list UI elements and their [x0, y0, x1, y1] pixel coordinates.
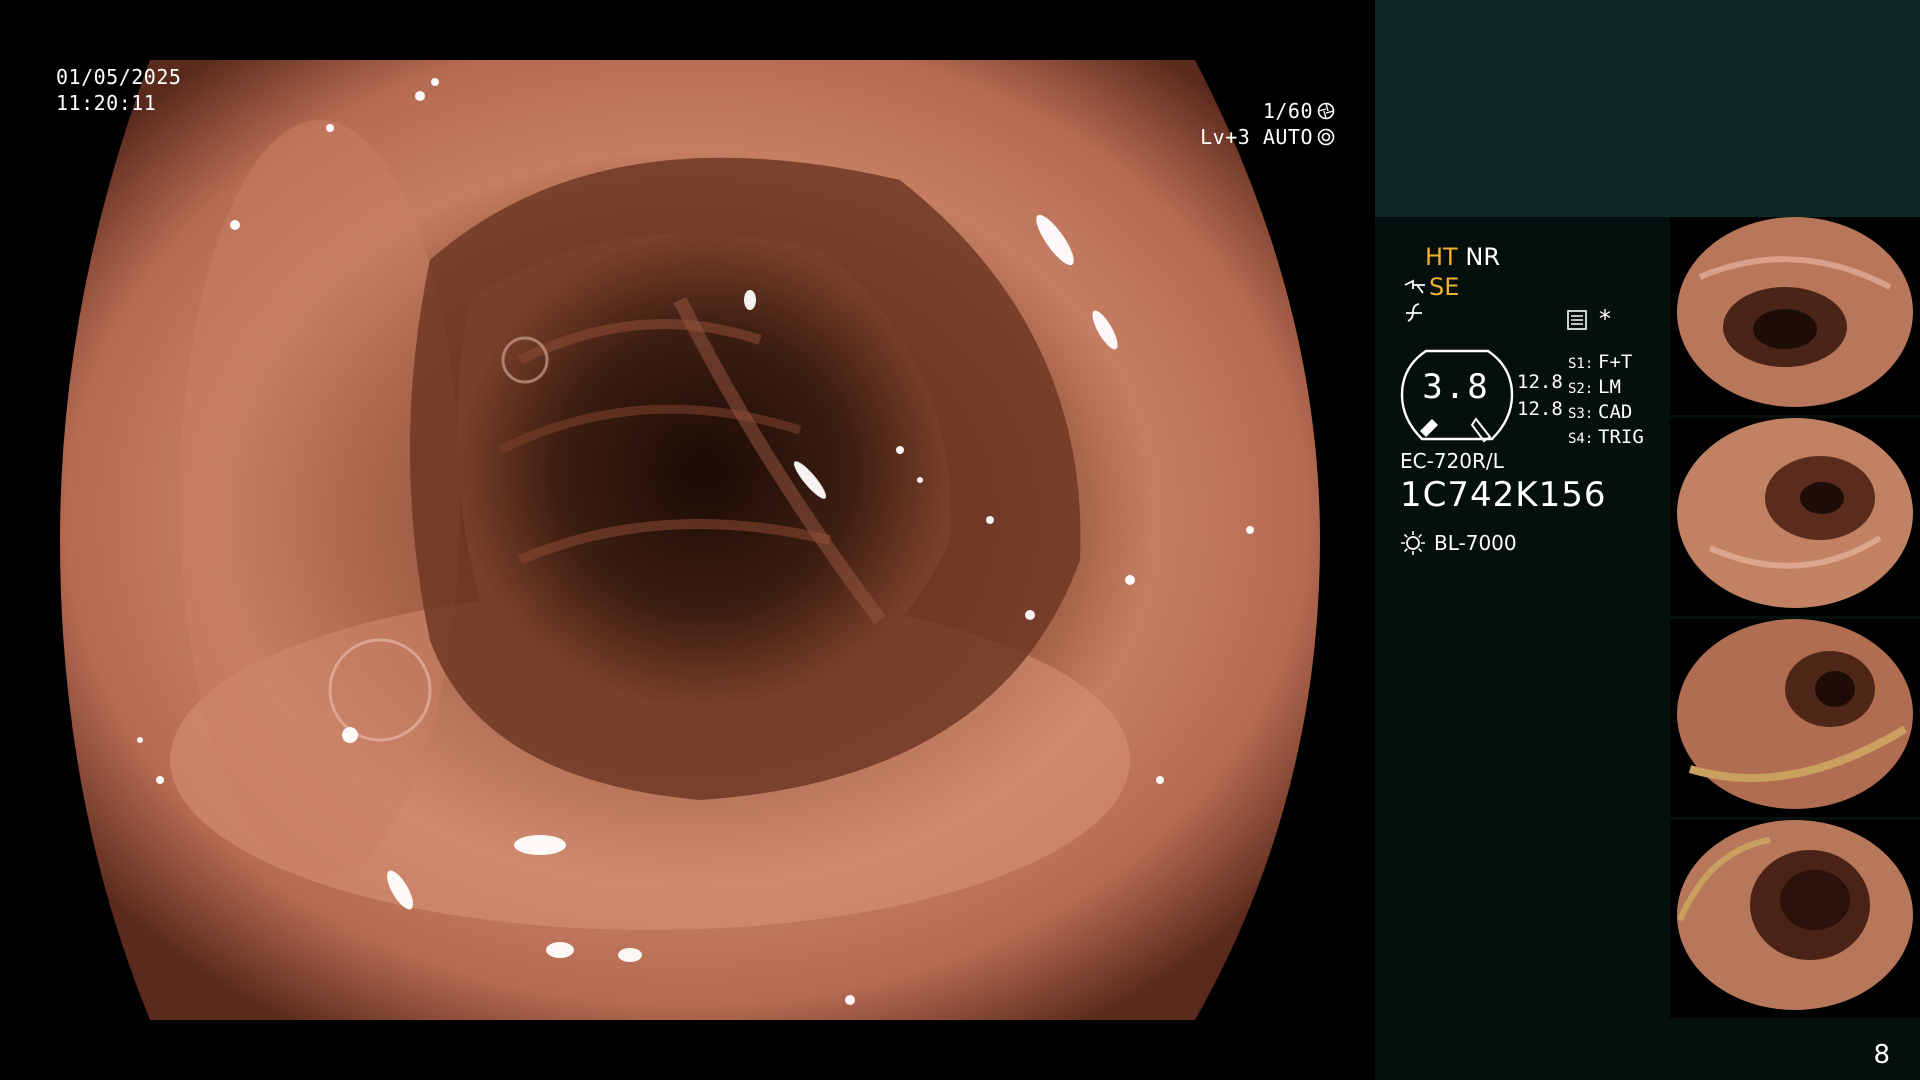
captured-thumbnail[interactable]	[1670, 619, 1920, 817]
setting-s2: S2: LM	[1568, 376, 1644, 401]
nr-mode-label: NR	[1465, 243, 1500, 271]
setting-key: S4:	[1568, 431, 1594, 447]
light-source-icon	[1401, 531, 1425, 555]
function-glyph-icon	[1406, 303, 1422, 322]
captured-thumbnail[interactable]	[1670, 217, 1920, 415]
exposure-readout: 1/60 Lv+3 AUTO	[1200, 98, 1335, 150]
auto-iris-icon	[1317, 128, 1335, 146]
ht-mode-label: HT	[1425, 243, 1458, 271]
enhancement-icon	[1404, 279, 1425, 294]
setting-key: S3:	[1568, 406, 1594, 422]
readout-value-2: 12.8	[1517, 398, 1563, 420]
scope-info: HT NR SE * 3.8 12.8 12.8 S1: F+T S2: LM …	[1375, 217, 1670, 1080]
memory-icon	[1566, 309, 1588, 337]
endoscope-live-image	[60, 60, 1320, 1020]
setting-s3: S3: CAD	[1568, 401, 1644, 426]
setting-key: S2:	[1568, 381, 1594, 397]
shutter-speed-text: 1/60	[1262, 99, 1313, 123]
captured-thumbnail[interactable]	[1670, 820, 1920, 1018]
setting-s1: S1: F+T	[1568, 351, 1644, 376]
time-text: 11:20:11	[56, 91, 157, 115]
light-source-model: BL-7000	[1434, 531, 1517, 555]
star-icon: *	[1599, 305, 1611, 333]
captured-images-strip	[1670, 217, 1920, 1018]
status-panel: HT NR SE * 3.8 12.8 12.8 S1: F+T S2: LM …	[1375, 0, 1920, 1080]
se-mode-label: SE	[1429, 273, 1460, 301]
setting-key: S1:	[1568, 356, 1594, 372]
shutter-icon	[1317, 102, 1335, 120]
level-row: Lv+3 AUTO	[1200, 124, 1335, 150]
magnification-value: 3.8	[1422, 367, 1490, 407]
function-icon	[1403, 301, 1425, 329]
page-number: 8	[1873, 1040, 1890, 1070]
scope-model: EC-720R/L	[1400, 449, 1504, 473]
captured-thumbnail[interactable]	[1670, 418, 1920, 616]
setting-s4: S4: TRIG	[1568, 426, 1644, 451]
brightness-level-text: Lv+3 AUTO	[1200, 125, 1313, 149]
readout-value-1: 12.8	[1517, 371, 1563, 393]
light-source-line: BL-7000	[1400, 530, 1517, 556]
setting-value: F+T	[1598, 351, 1633, 373]
scope-serial-number: 1C742K156	[1400, 475, 1607, 515]
setting-value: TRIG	[1598, 426, 1644, 448]
shutter-row: 1/60	[1200, 98, 1335, 124]
date-text: 01/05/2025	[56, 65, 182, 89]
se-line: SE	[1403, 273, 1459, 301]
date-time-readout: 01/05/2025 11:20:11	[56, 64, 181, 116]
setting-value: LM	[1598, 376, 1621, 398]
top-band	[1375, 0, 1920, 217]
live-view-panel: 01/05/2025 11:20:11 1/60 Lv+3 AUTO	[0, 0, 1375, 1080]
switch-settings-list: S1: F+T S2: LM S3: CAD S4: TRIG	[1568, 351, 1644, 451]
image-mode-line: HT NR	[1425, 243, 1500, 271]
setting-value: CAD	[1598, 401, 1633, 423]
